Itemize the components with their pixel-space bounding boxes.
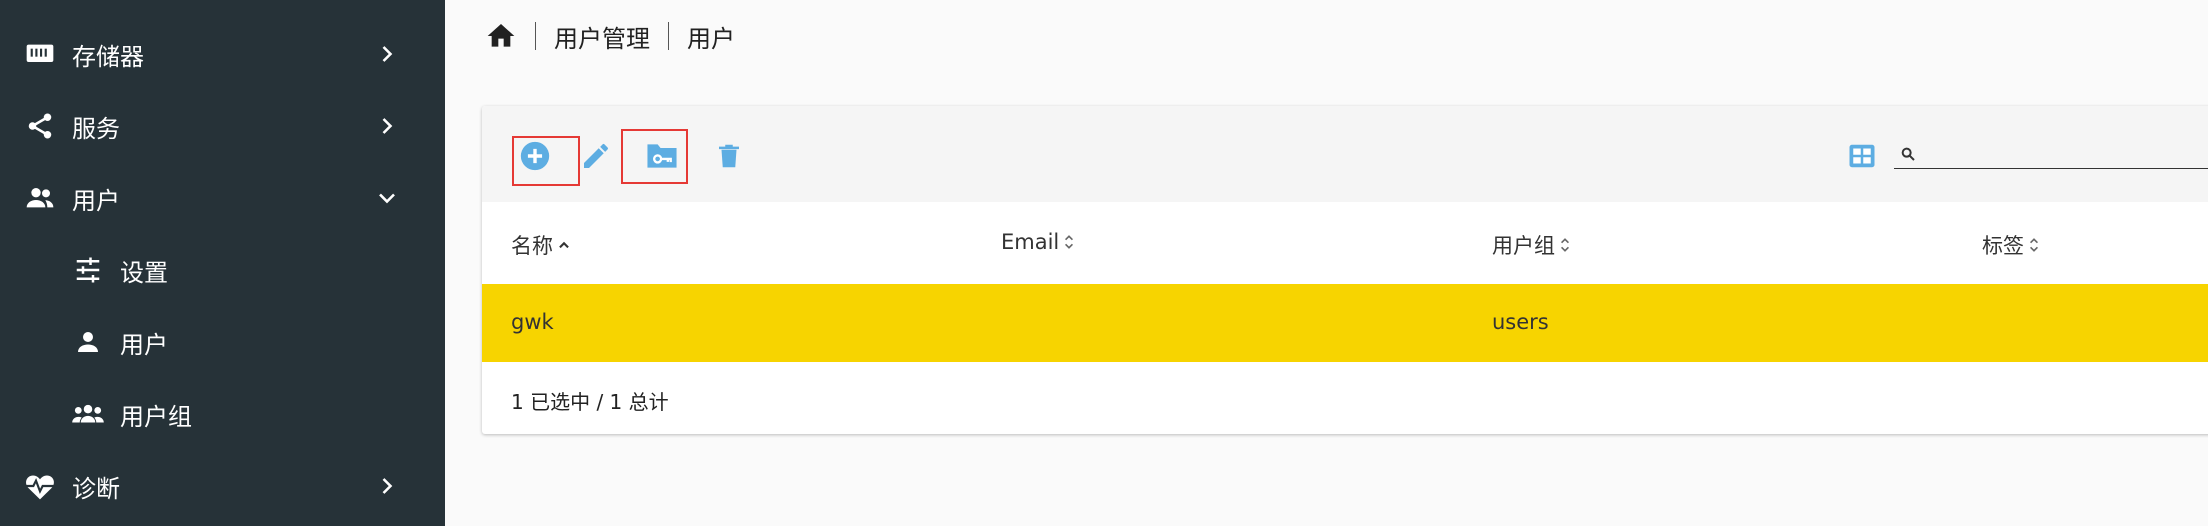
sort-ascending-icon	[559, 241, 569, 249]
column-layout-button[interactable]	[1844, 138, 1880, 174]
sort-icon	[1561, 238, 1569, 252]
toolbar	[482, 106, 2208, 202]
share-icon	[22, 108, 58, 144]
cell-groups: users	[1492, 310, 1549, 334]
sidebar: 存储器 服务 用户 设置 用户 用户组 诊断	[0, 0, 445, 526]
chevron-right-icon	[382, 478, 393, 494]
sidebar-item-storage[interactable]: 存储器	[0, 18, 445, 90]
sort-icon	[1065, 235, 1074, 249]
sidebar-item-services[interactable]: 服务	[0, 90, 445, 162]
chevron-right-icon	[382, 118, 393, 134]
table-row[interactable]: gwk users	[482, 284, 2208, 362]
sidebar-item-label: 用户	[72, 186, 120, 215]
heart-pulse-icon	[22, 468, 58, 504]
home-icon[interactable]	[485, 20, 517, 52]
column-header-groups[interactable]: 用户组	[1492, 230, 1571, 260]
column-header-name[interactable]: 名称	[511, 230, 571, 260]
main-content: 用户管理 用户 名称 Email 用户组 标签 gwk users 1 已选中 …	[445, 0, 2208, 526]
sidebar-item-label: 设置	[120, 258, 168, 287]
breadcrumb-separator	[535, 22, 536, 50]
sidebar-item-label: 诊断	[72, 474, 120, 503]
sidebar-item-groups[interactable]: 用户组	[0, 378, 445, 450]
sidebar-item-label: 存储器	[72, 42, 144, 71]
breadcrumb-user-management[interactable]: 用户管理	[554, 19, 650, 54]
chevron-right-icon	[382, 46, 393, 62]
breadcrumb: 用户管理 用户	[485, 18, 735, 54]
delete-button[interactable]	[709, 136, 749, 176]
delete-icon	[719, 144, 739, 168]
users-table-card: 名称 Email 用户组 标签 gwk users 1 已选中 / 1 总计	[482, 106, 2208, 434]
highlight-box	[621, 129, 688, 184]
chevron-down-icon	[379, 193, 395, 204]
edit-button[interactable]	[576, 136, 616, 176]
breadcrumb-users: 用户	[687, 24, 735, 53]
people-icon	[22, 180, 58, 216]
breadcrumb-separator	[668, 22, 669, 50]
storage-icon	[22, 36, 58, 72]
sidebar-item-users[interactable]: 用户	[0, 162, 445, 234]
column-header-tags[interactable]: 标签	[1982, 230, 2040, 260]
selection-summary: 1 已选中 / 1 总计	[511, 390, 669, 414]
sort-icon	[2030, 238, 2038, 252]
sidebar-item-label: 用户组	[120, 402, 192, 431]
sidebar-item-settings[interactable]: 设置	[0, 234, 445, 306]
tune-icon	[70, 252, 106, 288]
cell-name: gwk	[511, 310, 554, 334]
sidebar-item-user[interactable]: 用户	[0, 306, 445, 378]
sidebar-item-diagnostics[interactable]: 诊断	[0, 450, 445, 522]
grid-layout-icon	[1849, 144, 1875, 168]
highlight-box	[512, 136, 580, 186]
group-icon	[70, 396, 106, 432]
search-icon	[1901, 147, 1915, 161]
edit-icon	[584, 143, 608, 168]
table-header: 名称 Email 用户组 标签	[482, 202, 2208, 284]
column-header-email[interactable]: Email	[1001, 230, 1075, 254]
sidebar-item-label: 服务	[72, 114, 120, 143]
sidebar-item-label: 用户	[120, 330, 168, 359]
table-footer: 1 已选中 / 1 总计	[482, 362, 2208, 434]
person-icon	[70, 324, 106, 360]
search-field[interactable]	[1894, 138, 2208, 169]
